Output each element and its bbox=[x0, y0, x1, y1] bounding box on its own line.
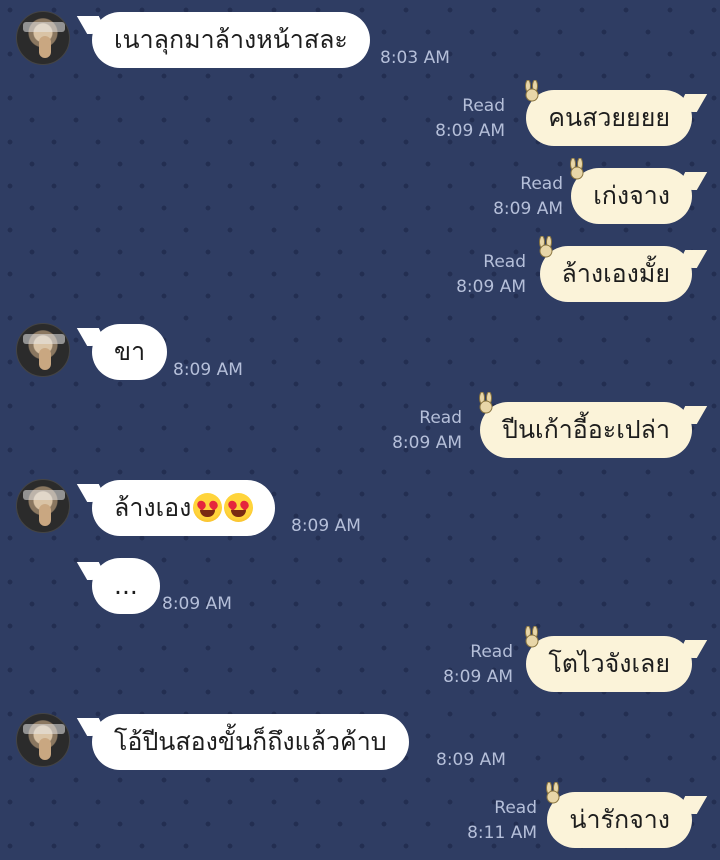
message-row-outgoing: Read 8:09 AM โตไวจังเลย bbox=[0, 626, 720, 696]
message-time: 8:09 AM bbox=[436, 750, 506, 770]
message-time: 8:03 AM bbox=[380, 48, 450, 68]
message-time: 8:09 AM bbox=[493, 199, 563, 219]
avatar[interactable] bbox=[16, 11, 70, 65]
message-row-outgoing: Read 8:09 AM เก่งจาง bbox=[0, 158, 720, 228]
message-time: 8:09 AM bbox=[173, 360, 243, 380]
read-status: Read bbox=[494, 798, 537, 818]
message-row-incoming: ล้างเอง 8:09 AM bbox=[0, 478, 720, 538]
heart-eyes-emoji bbox=[193, 493, 223, 522]
message-row-incoming: ... 8:09 AM bbox=[0, 556, 720, 616]
message-bubble-incoming[interactable]: ... bbox=[92, 558, 160, 614]
message-text: ล้างเองมั้ย bbox=[561, 259, 670, 288]
message-text: เก่งจาง bbox=[593, 181, 670, 210]
avatar[interactable] bbox=[16, 323, 70, 377]
message-bubble-outgoing[interactable]: เก่งจาง bbox=[570, 158, 692, 224]
message-bubble-outgoing[interactable]: ปีนเก้าอี้อะเปล่า bbox=[479, 392, 692, 458]
bunny-icon bbox=[546, 782, 560, 804]
message-row-outgoing: Read 8:09 AM คนสวยยยย bbox=[0, 80, 720, 150]
message-time: 8:09 AM bbox=[456, 277, 526, 297]
message-text: ปีนเก้าอี้อะเปล่า bbox=[502, 415, 670, 444]
avatar[interactable] bbox=[16, 713, 70, 767]
avatar[interactable] bbox=[16, 479, 70, 533]
message-time: 8:09 AM bbox=[392, 433, 462, 453]
message-bubble-outgoing[interactable]: ล้างเองมั้ย bbox=[538, 236, 692, 302]
message-text: น่ารักจาง bbox=[569, 805, 670, 834]
message-bubble-outgoing[interactable]: โตไวจังเลย bbox=[525, 626, 692, 692]
message-row-incoming: เนาลุกมาล้างหน้าสละ 8:03 AM bbox=[0, 10, 720, 70]
message-time: 8:09 AM bbox=[162, 594, 232, 614]
message-row-incoming: โอ้ปีนสองขั้นก็ถึงแล้วค้าบ 8:09 AM bbox=[0, 712, 720, 772]
message-bubble-outgoing[interactable]: คนสวยยยย bbox=[525, 80, 692, 146]
message-bubble-incoming[interactable]: เนาลุกมาล้างหน้าสละ bbox=[92, 12, 370, 68]
message-time: 8:11 AM bbox=[467, 823, 537, 843]
message-row-outgoing: Read 8:11 AM น่ารักจาง bbox=[0, 782, 720, 852]
message-meta: Read 8:09 AM bbox=[392, 406, 462, 456]
bunny-icon bbox=[538, 236, 553, 258]
bunny-icon bbox=[479, 392, 493, 414]
read-status: Read bbox=[520, 174, 563, 194]
message-row-outgoing: Read 8:09 AM ล้างเองมั้ย bbox=[0, 236, 720, 306]
message-time: 8:09 AM bbox=[435, 121, 505, 141]
bunny-icon bbox=[525, 80, 539, 102]
message-row-incoming: ขา 8:09 AM bbox=[0, 322, 720, 382]
message-meta: Read 8:11 AM bbox=[467, 796, 537, 846]
read-status: Read bbox=[483, 252, 526, 272]
message-meta: Read 8:09 AM bbox=[443, 640, 513, 690]
message-meta: Read 8:09 AM bbox=[456, 250, 526, 300]
bunny-icon bbox=[570, 158, 584, 180]
heart-eyes-emoji bbox=[224, 493, 254, 522]
message-meta: Read 8:09 AM bbox=[493, 172, 563, 222]
message-text: คนสวยยยย bbox=[548, 103, 670, 132]
message-text: ล้างเอง bbox=[114, 493, 192, 522]
message-bubble-incoming[interactable]: โอ้ปีนสองขั้นก็ถึงแล้วค้าบ bbox=[92, 714, 409, 770]
read-status: Read bbox=[462, 96, 505, 116]
message-bubble-incoming[interactable]: ล้างเอง bbox=[92, 480, 276, 536]
message-time: 8:09 AM bbox=[443, 667, 513, 687]
message-bubble-outgoing[interactable]: น่ารักจาง bbox=[546, 782, 692, 848]
message-row-outgoing: Read 8:09 AM ปีนเก้าอี้อะเปล่า bbox=[0, 392, 720, 462]
message-text: โตไวจังเลย bbox=[548, 649, 670, 678]
bunny-icon bbox=[525, 626, 539, 648]
read-status: Read bbox=[470, 642, 513, 662]
message-time: 8:09 AM bbox=[291, 516, 361, 536]
read-status: Read bbox=[419, 408, 462, 428]
message-meta: Read 8:09 AM bbox=[435, 94, 505, 144]
message-bubble-incoming[interactable]: ขา bbox=[92, 324, 168, 380]
